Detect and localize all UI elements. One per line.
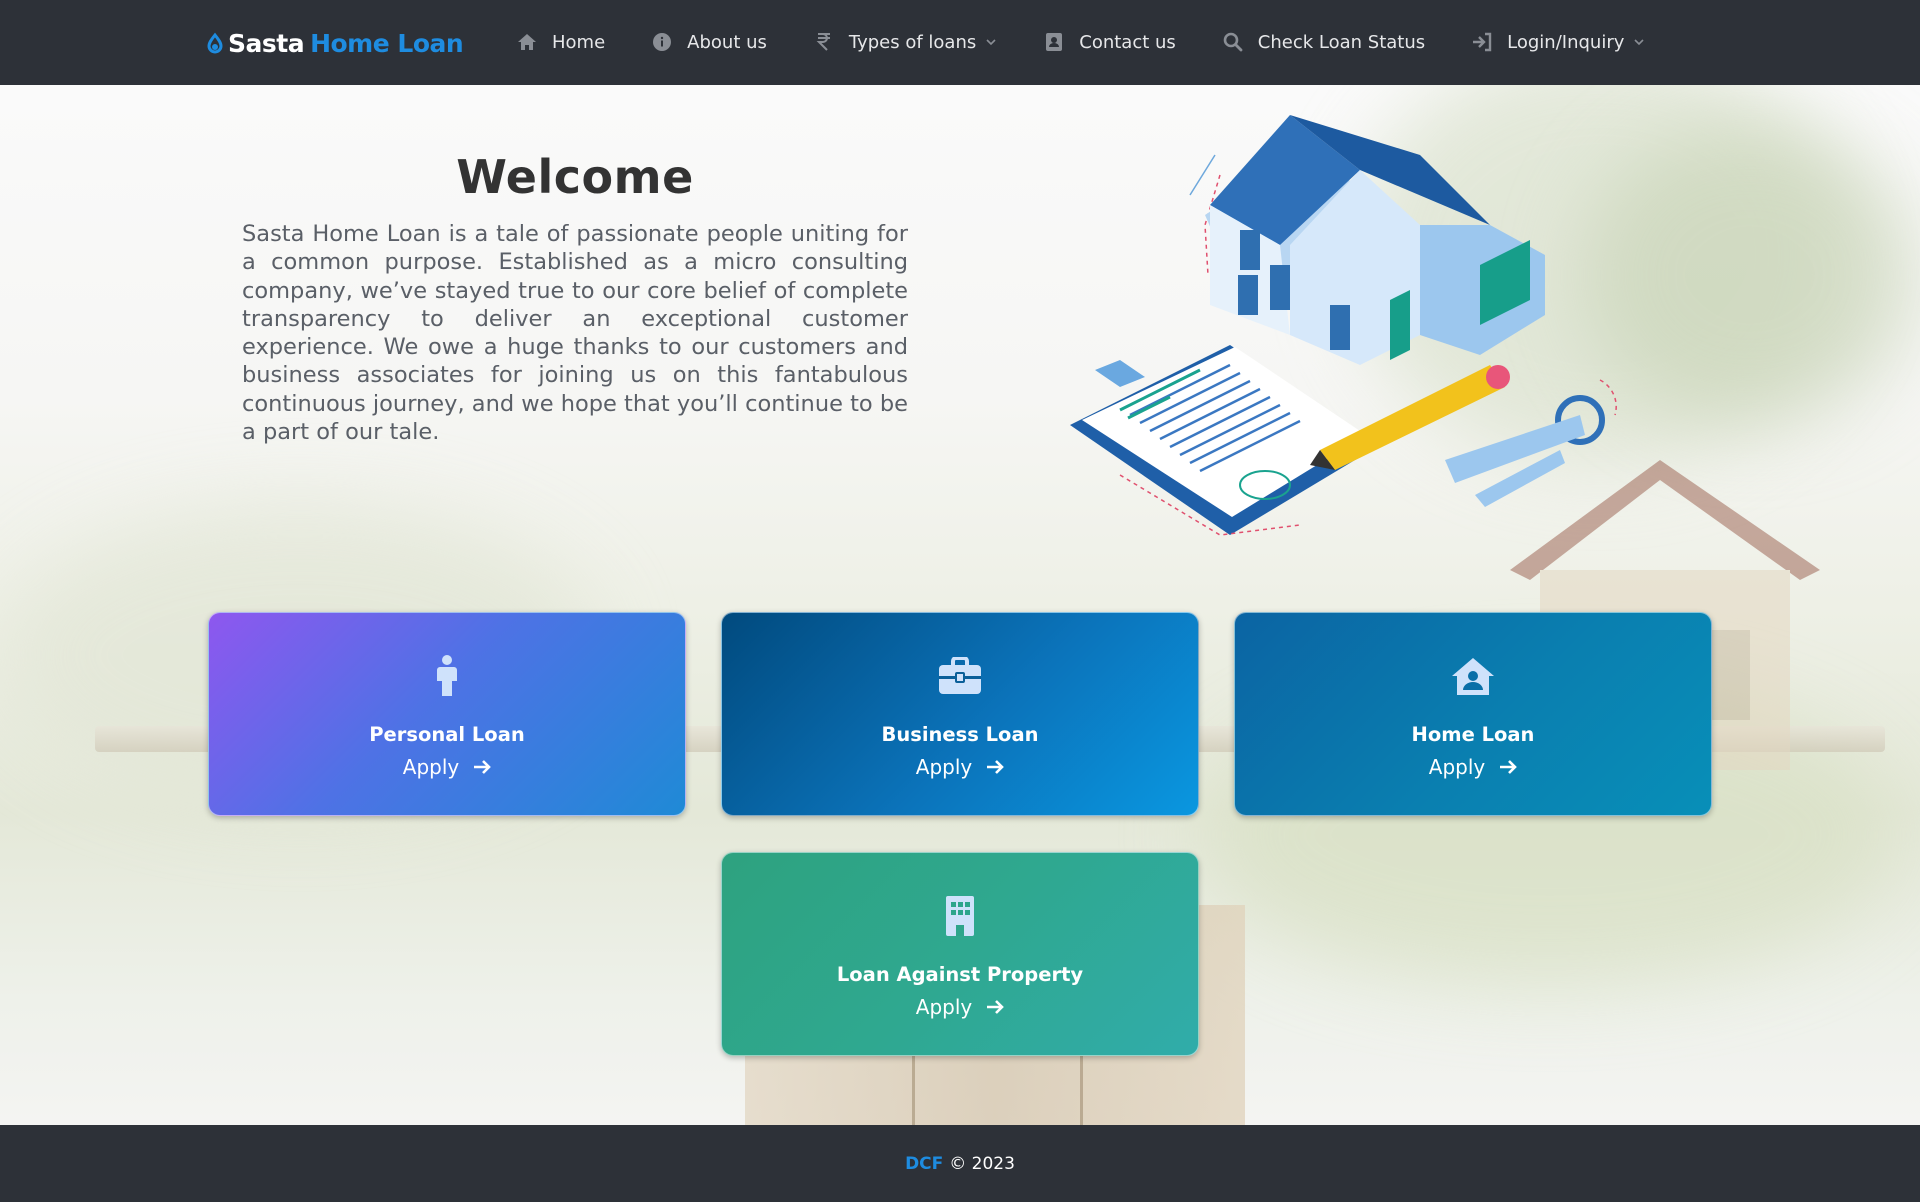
nav-label-contact: Contact us <box>1079 31 1176 53</box>
nav-label-home: Home <box>552 31 606 53</box>
nav-item-check-loan-status[interactable]: Check Loan Status <box>1222 31 1425 53</box>
card-title: Personal Loan <box>369 723 525 746</box>
brand-name-part2: Home Loan <box>310 28 464 58</box>
sign-in-icon <box>1471 31 1493 53</box>
background-blur <box>1580 125 1920 425</box>
nav-item-login-inquiry[interactable]: Login/Inquiry <box>1471 31 1645 53</box>
contact-card-icon <box>1043 31 1065 53</box>
apply-label: Apply <box>915 755 973 779</box>
arrow-right-icon <box>987 760 1005 774</box>
loan-against-property-card[interactable]: Loan Against Property Apply <box>721 852 1199 1056</box>
personal-loan-card[interactable]: Personal Loan Apply <box>208 612 686 816</box>
welcome-text: Sasta Home Loan is a tale of passionate … <box>242 221 908 446</box>
footer-brand[interactable]: DCF <box>905 1154 943 1174</box>
info-icon <box>651 31 673 53</box>
business-loan-card[interactable]: Business Loan Apply <box>721 612 1199 816</box>
card-title: Home Loan <box>1411 723 1535 746</box>
apply-link[interactable]: Apply <box>209 755 685 779</box>
apply-label: Apply <box>402 755 460 779</box>
card-title: Business Loan <box>881 723 1039 746</box>
brand-logo[interactable]: Sasta Home Loan <box>206 26 464 60</box>
apply-link[interactable]: Apply <box>1235 755 1711 779</box>
footer: DCF © 2023 <box>0 1125 1920 1202</box>
nav-item-about[interactable]: About us <box>651 31 767 53</box>
apply-label: Apply <box>915 995 973 1019</box>
nav-label-about: About us <box>687 31 767 53</box>
arrow-right-icon <box>1500 760 1518 774</box>
apply-link[interactable]: Apply <box>722 755 1198 779</box>
nav-item-types-of-loans[interactable]: Types of loans <box>813 31 997 53</box>
nav-label-login-inquiry: Login/Inquiry <box>1507 31 1625 53</box>
brand-name-part1: Sasta <box>228 28 305 58</box>
apply-label: Apply <box>1428 755 1486 779</box>
apply-link[interactable]: Apply <box>722 995 1198 1019</box>
nav-item-home[interactable]: Home <box>516 31 605 53</box>
home-icon <box>516 31 538 53</box>
home-loan-card[interactable]: Home Loan Apply <box>1234 612 1712 816</box>
card-title: Loan Against Property <box>836 963 1084 986</box>
rupee-icon <box>813 31 835 53</box>
briefcase-icon <box>937 653 983 699</box>
house-user-icon <box>1450 653 1496 699</box>
nav-label-types-of-loans: Types of loans <box>848 31 977 53</box>
footer-copyright: © 2023 <box>949 1153 1015 1174</box>
arrow-right-icon <box>474 760 492 774</box>
nav-menu: Home About us Types of loans Contact us <box>516 22 1691 62</box>
person-icon <box>424 653 470 699</box>
drop-icon <box>207 32 223 54</box>
chevron-down-icon <box>986 39 996 46</box>
arrow-right-icon <box>987 1000 1005 1014</box>
navbar: Sasta Home Loan Home About us Types of l… <box>0 0 1920 85</box>
nav-item-contact[interactable]: Contact us <box>1043 31 1176 53</box>
house-loan-illustration <box>1070 115 1617 536</box>
welcome-title: Welcome <box>456 150 694 204</box>
nav-label-check-loan-status: Check Loan Status <box>1257 31 1426 53</box>
search-icon <box>1222 31 1244 53</box>
chevron-down-icon <box>1634 39 1644 46</box>
building-icon <box>937 893 983 939</box>
